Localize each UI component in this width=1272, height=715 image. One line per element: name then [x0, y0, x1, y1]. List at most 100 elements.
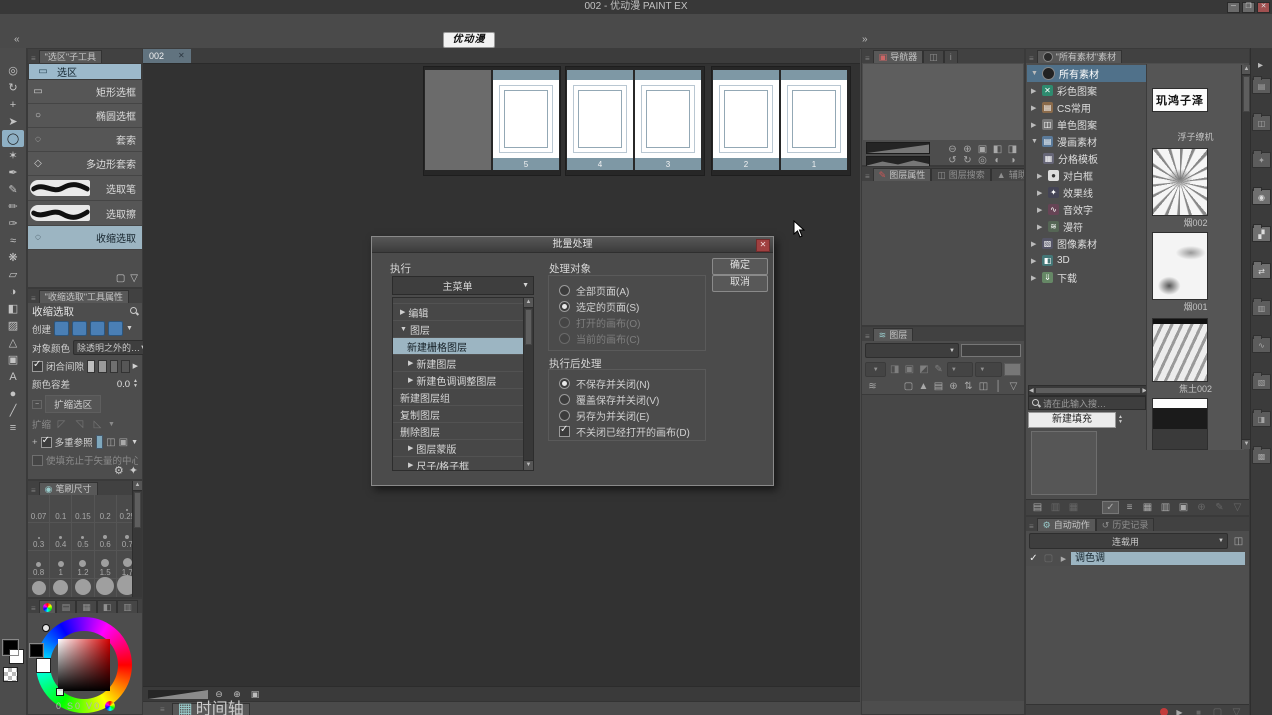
material-search-input[interactable]: 请在此输入搜…	[1028, 396, 1146, 410]
list-view-icon[interactable]: ≡	[1122, 502, 1137, 513]
material-tree-item-selected[interactable]: ▼所有素材	[1027, 65, 1147, 82]
close-button[interactable]: ✕	[1257, 2, 1270, 13]
text-tool-icon[interactable]: A	[2, 368, 24, 385]
tree-scrollbar[interactable]: ▲▼	[523, 298, 533, 470]
layer-filter-icon[interactable]: ≋	[865, 381, 880, 392]
subtool-item[interactable]: 选取笔	[28, 176, 142, 201]
brush-size-cell[interactable]: 1.5	[95, 551, 117, 579]
show-tree-icon[interactable]: ▤	[1030, 502, 1045, 513]
ruler-tool-icon[interactable]: ≡	[2, 419, 24, 436]
action-set-dropdown[interactable]: 连载用 ▼	[1029, 533, 1228, 549]
radio-icon[interactable]	[559, 301, 570, 312]
expand-icon[interactable]: ▶	[397, 308, 408, 316]
brush-size-tab[interactable]: ◉笔刷尺寸	[39, 482, 98, 495]
pin-dropdown[interactable]: ▼	[865, 362, 886, 377]
color-set-tab[interactable]: ▦	[76, 600, 97, 613]
fill-tool-icon[interactable]: ◧	[2, 300, 24, 317]
move-tool-icon[interactable]: +	[2, 96, 24, 113]
history-tab[interactable]: ↺历史记录	[1096, 518, 1155, 531]
material-tree-item[interactable]: ▦分格模板	[1027, 150, 1147, 167]
material-thumbnail[interactable]	[1152, 148, 1208, 216]
multi-ref-checkbox[interactable]	[41, 437, 52, 448]
tree-item[interactable]: 复制图层	[393, 406, 533, 423]
checkbox-icon[interactable]	[559, 426, 570, 437]
auto-action-list[interactable]	[1026, 566, 1249, 704]
collapse-right-chevron[interactable]: »	[862, 34, 868, 45]
reset-defaults-icon[interactable]: ✦	[129, 464, 138, 477]
tree-item-selected[interactable]: 新建栅格图层	[393, 338, 533, 355]
post-option-selected[interactable]: 不保存并关闭(N)	[559, 375, 705, 391]
blend-mode-dropdown[interactable]: ▼	[865, 343, 959, 358]
auto-select-tool-icon[interactable]: ✶	[2, 147, 24, 164]
expand-icon[interactable]: ▶	[1031, 121, 1038, 129]
expand-icon[interactable]: ▶	[1031, 87, 1038, 95]
subtool-group-header[interactable]: ▭ 选区	[28, 63, 142, 80]
cancel-button[interactable]: 取消	[712, 275, 768, 292]
layer-search-tab[interactable]: ◫图层搜索	[931, 168, 991, 181]
color-mixer-tab[interactable]: ◧	[97, 600, 118, 613]
page-thumbnail[interactable]: 2	[713, 70, 779, 170]
post-option[interactable]: 覆盖保存并关闭(V)	[559, 391, 705, 407]
expand-icon[interactable]: ▶	[1037, 189, 1044, 197]
delete-material-icon[interactable]: ▽	[1230, 502, 1245, 513]
brush-size-cell[interactable]: 4	[95, 579, 117, 598]
brush-size-cell[interactable]: 0.6	[95, 523, 117, 551]
play-action-icon[interactable]: ▶	[1172, 708, 1187, 715]
keep-open-option[interactable]: 不关闭已经打开的画布(D)	[559, 423, 705, 439]
delete-subtool-icon[interactable]: ▽	[130, 273, 138, 284]
radio-icon[interactable]	[559, 285, 570, 296]
nav-rotate-left-icon[interactable]: ↺	[945, 155, 960, 166]
pen-tool-icon[interactable]: ✎	[2, 181, 24, 198]
material-shortcut-folder-1[interactable]: ▤	[1252, 78, 1271, 94]
brush-size-cell[interactable]: 2.5	[50, 579, 72, 598]
panel-grip[interactable]: ≡	[28, 486, 39, 495]
brush-size-cell[interactable]: 0.5	[72, 523, 94, 551]
subtool-panel-tab[interactable]: "选区"子工具	[39, 50, 102, 63]
subtool-item-selected[interactable]: ◌收缩选取	[28, 226, 142, 250]
panel-grip[interactable]: ≡	[28, 54, 39, 63]
blend-tool-icon[interactable]: ◑	[2, 283, 24, 300]
page-thumbnail[interactable]: 4	[567, 70, 633, 170]
tolerance-stepper[interactable]: ▲▼	[133, 379, 138, 389]
brush-size-cell[interactable]: 1	[50, 551, 72, 579]
saturation-value-square[interactable]	[58, 639, 110, 691]
fit-to-screen-icon[interactable]: ▣	[248, 689, 262, 700]
material-thumbnail[interactable]	[1152, 232, 1208, 300]
brush-size-cell[interactable]: 2	[28, 579, 50, 598]
material-shortcut-folder-7[interactable]: ▥	[1252, 300, 1271, 316]
nav-zoom-in-icon[interactable]: ⊕	[960, 144, 975, 155]
close-gap-checkbox[interactable]	[32, 361, 43, 372]
eraser-tool-icon[interactable]: ▱	[2, 266, 24, 283]
panel-grip[interactable]: ≡	[862, 54, 873, 63]
material-shortcut-folder-2[interactable]: ◫	[1252, 115, 1271, 131]
expand-icon[interactable]: ▶	[1031, 240, 1038, 248]
maximize-button[interactable]: ❐	[1242, 2, 1255, 13]
info-tab[interactable]: i	[944, 50, 958, 63]
material-shortcut-folder-9[interactable]: ▧	[1252, 374, 1271, 390]
action-check-icon[interactable]: ✓	[1026, 553, 1041, 564]
material-shortcut-folder-8[interactable]: ∿	[1252, 337, 1271, 353]
wheel-background-swatch[interactable]	[36, 658, 51, 673]
gap-level-2[interactable]	[98, 360, 106, 373]
radio-icon[interactable]	[559, 378, 570, 389]
collapse-icon[interactable]: ▼	[397, 326, 410, 333]
action-expand-icon[interactable]: ▶	[1056, 555, 1071, 563]
add-selection-mode-icon[interactable]	[72, 321, 87, 336]
panel-grip[interactable]: ≡	[157, 705, 168, 714]
lock-alpha-icon[interactable]: ◩	[918, 364, 931, 375]
hue-marker[interactable]	[42, 624, 50, 632]
material-tree-item[interactable]: ▶✕彩色图案	[1027, 82, 1147, 99]
brush-size-cell[interactable]: 0.4	[50, 523, 72, 551]
brush-size-cell[interactable]: 0.2	[95, 495, 117, 523]
collapse-left-chevron[interactable]: «	[14, 34, 20, 45]
target-color-dropdown[interactable]: 除透明之外的…▼	[73, 340, 150, 355]
material-tree-item[interactable]: ▶◫单色图案	[1027, 116, 1147, 133]
brush-size-cell[interactable]: 1.2	[72, 551, 94, 579]
panel-grip[interactable]: ≡	[862, 332, 873, 341]
layer-tab[interactable]: ≋图层	[873, 328, 914, 341]
gap-expand-icon[interactable]: ▶	[133, 362, 138, 370]
nav-reset-icon[interactable]: ◎	[975, 155, 990, 166]
navigator-tab[interactable]: ▣导航器	[873, 50, 924, 63]
layer-property-tab[interactable]: ✎图层属性	[873, 168, 932, 181]
thumb-large-icon[interactable]: ▣	[1176, 502, 1191, 513]
